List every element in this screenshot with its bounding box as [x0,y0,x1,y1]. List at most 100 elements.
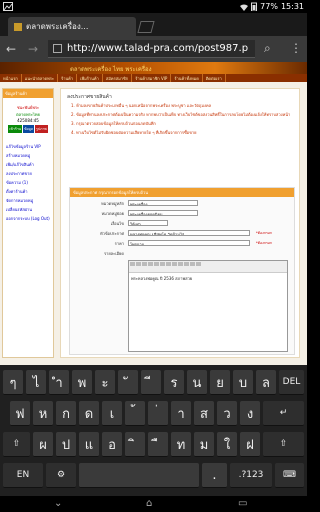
key[interactable]: ม [194,432,214,457]
align-center-icon[interactable] [154,262,159,266]
back-arrow-icon[interactable]: ← [6,42,16,56]
shift-key[interactable]: ⇧ [3,432,30,457]
sidebar-item[interactable]: ตั้งค่าร้านค้า [6,188,50,195]
key[interactable]: ฝ [240,432,260,457]
language-key[interactable]: EN [3,463,43,488]
nav-item[interactable]: ร้านค้า [58,74,78,82]
key[interactable]: ว [217,401,237,426]
table-icon[interactable] [190,262,195,266]
key[interactable]: พ [72,370,92,395]
key[interactable]: า [171,401,191,426]
space-key[interactable] [79,463,199,488]
sidebar-item-logout[interactable]: ออกจากระบบ (Log Out) [6,215,50,222]
back-nav-icon[interactable]: ⌄ [54,498,62,509]
list-icon[interactable] [166,262,171,266]
key[interactable]: ร [164,370,184,395]
sidebar-item[interactable]: จัดการหมวดหมู่ [6,197,50,204]
sidebar-item[interactable]: สร้างหมวดหมู่ [6,152,50,159]
key[interactable]: ห [33,401,53,426]
key[interactable]: ไ [26,370,46,395]
enter-shop-button[interactable]: เข้าร้าน [8,125,23,133]
key[interactable]: ท [171,432,191,457]
editor-text[interactable]: พระหลวงพ่อคูณ ปี 2536 สภาพสวย [129,273,287,284]
key[interactable]: ง [240,401,260,426]
condition-select[interactable]: ให้เช่า [128,220,168,226]
overflow-menu-icon[interactable]: ⋮ [290,41,302,55]
field-label: หมวดหมู่หลัก [101,201,124,206]
url-text[interactable]: http://www.talad-pra.com/post987.p [67,43,248,54]
price-input[interactable]: โทรถาม [128,240,250,246]
nav-item[interactable]: สมัครสมาชิก [103,74,133,82]
sidebar-item[interactable]: เปลี่ยนรหัสผ่าน [6,206,50,213]
sidebar-item[interactable]: ลงประกาศขาย [6,170,50,177]
underline-icon[interactable] [142,262,147,266]
editor-toolbar [129,261,287,273]
delete-key[interactable]: DEL [279,370,304,395]
nav-item[interactable]: หน้าแรก [0,74,22,82]
sidebar-item[interactable]: ข้อความ (1) [6,179,50,186]
enter-key[interactable]: ↵ [263,401,304,426]
key[interactable]: ด [79,401,99,426]
key[interactable]: ล [256,370,276,395]
sidebar-item[interactable]: เพิ่ม/แก้ไขสินค้า [6,161,50,168]
shop-photos-button[interactable]: รูปภาพ [35,125,48,133]
undo-icon[interactable] [196,262,201,266]
main-category-select[interactable]: พระเครื่อง [128,200,198,206]
settings-gear-icon[interactable]: ⚙ [46,463,76,488]
home-nav-icon[interactable]: ⌂ [146,498,152,509]
key[interactable]: ผ [33,432,53,457]
nav-item[interactable]: ติดต่อเรา [203,74,226,82]
key[interactable]: ิ [125,432,145,457]
key[interactable]: ั [118,370,138,395]
key[interactable]: บ [233,370,253,395]
key[interactable]: เ [102,401,122,426]
new-tab-button[interactable] [137,21,155,33]
forward-arrow-icon[interactable]: → [28,42,38,56]
key[interactable]: ป [56,432,76,457]
sub-category-select[interactable]: พระเครื่องยอดนิยม [128,210,198,216]
form-header: ข้อมูลประกาศ กรุณากรอกข้อมูลให้ครบถ้วน [70,188,294,197]
align-left-icon[interactable] [148,262,153,266]
key[interactable]: ี [141,370,161,395]
key[interactable]: ก [56,401,76,426]
period-key[interactable]: . [202,463,227,488]
content-title: ลงประกาศขายสินค้า [67,94,112,100]
italic-icon[interactable] [136,262,141,266]
color-icon[interactable] [184,262,189,266]
link-icon[interactable] [172,262,177,266]
search-icon[interactable]: ⌕ [264,41,271,56]
key[interactable]: ่ [148,401,168,426]
nav-item[interactable]: เพิ่มร้านค้า [77,74,103,82]
browser-tab[interactable]: ตลาดพระเครื่อง... [8,17,136,36]
key[interactable]: ๆ [3,370,23,395]
key[interactable]: ย [210,370,230,395]
key[interactable]: น [187,370,207,395]
soft-keyboard: ๆ ไ ำ พ ะ ั ี ร น ย บ ล DEL ฟ ห ก ด เ ้ … [0,365,307,496]
key[interactable]: ะ [95,370,115,395]
nav-item[interactable]: ร้านค้าสมาชิก VIP [132,74,172,82]
key[interactable]: ฟ [10,401,30,426]
align-right-icon[interactable] [160,262,165,266]
shift-key[interactable]: ⇧ [263,432,304,457]
rich-text-editor[interactable]: พระหลวงพ่อคูณ ปี 2536 สภาพสวย [128,260,288,352]
sidebar-item[interactable]: แก้ไขข้อมูลร้าน VIP [6,143,50,150]
key[interactable]: อ [102,432,122,457]
key[interactable]: ื [148,432,168,457]
keyboard-switch-icon[interactable]: ⌨ [275,463,304,488]
key[interactable]: ำ [49,370,69,395]
banner-text: ตลาดพระเครื่อง ไทย พระเครื่อง [70,66,152,73]
key[interactable]: ้ [125,401,145,426]
key[interactable]: ส [194,401,214,426]
key[interactable]: ใ [217,432,237,457]
nav-item[interactable]: ร้านค้าทั้งหมด [171,74,203,82]
image-icon[interactable] [178,262,183,266]
symbols-key[interactable]: .?123 [230,463,272,488]
site-banner: ตลาดพระเครื่อง ไทย พระเครื่อง [0,62,307,74]
key[interactable]: แ [79,432,99,457]
bold-icon[interactable] [130,262,135,266]
recents-nav-icon[interactable]: ▭ [238,498,247,509]
shop-info-button[interactable]: ข้อมูล [23,125,35,133]
nav-item[interactable]: แนะนำตลาดพระ [22,74,59,82]
title-input[interactable]: หลวงพ่อคูณ ปริสุทโธ วัดบ้านไร่ [128,230,250,236]
url-bar[interactable]: http://www.talad-pra.com/post987.p [48,40,255,58]
